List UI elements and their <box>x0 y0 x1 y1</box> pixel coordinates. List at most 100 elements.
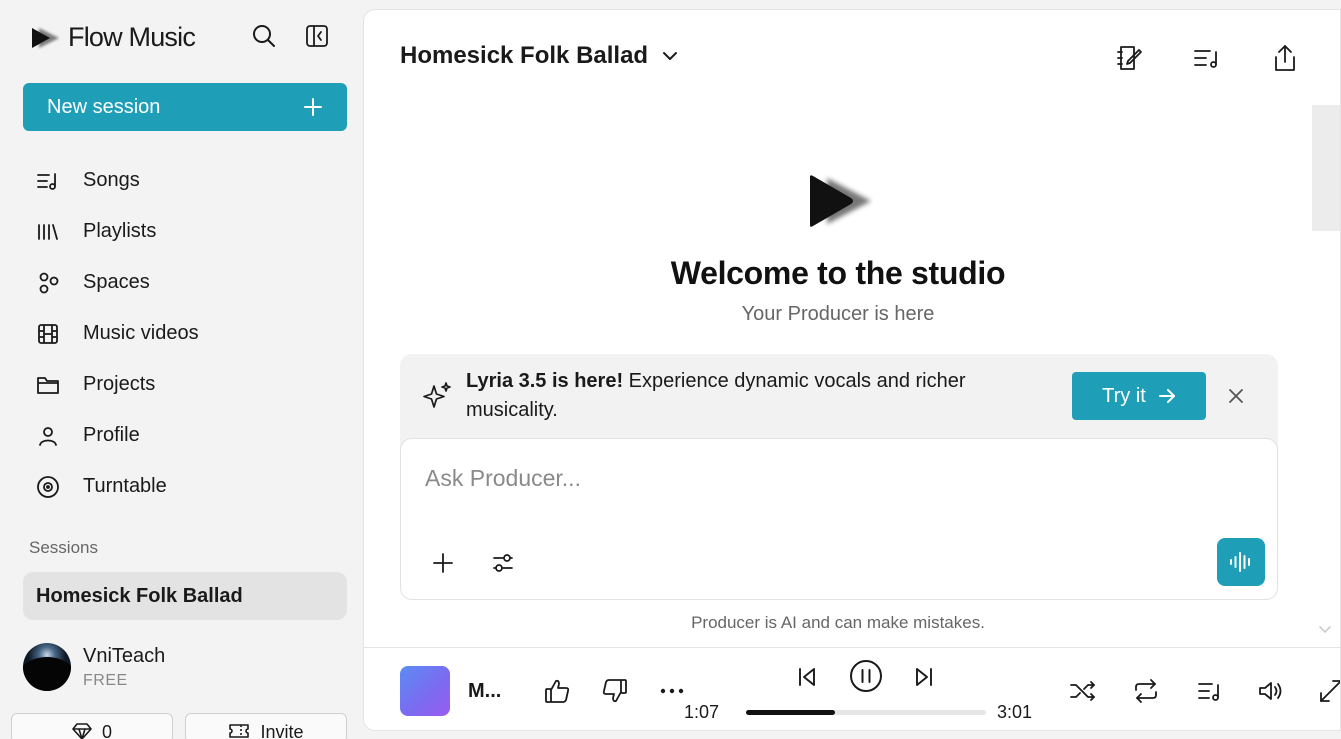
plus-icon <box>433 553 453 573</box>
pause-icon <box>850 660 882 692</box>
sparkle-icon <box>422 380 454 412</box>
session-title: Homesick Folk Ballad <box>400 42 649 69</box>
share-icon <box>1275 45 1295 71</box>
invite-button[interactable]: Invite <box>185 713 347 739</box>
like-button[interactable] <box>540 674 574 708</box>
voice-input-button[interactable] <box>1217 538 1265 586</box>
elapsed-time: 1:07 <box>684 702 720 722</box>
sliders-icon <box>493 554 513 572</box>
session-item[interactable]: Homesick Folk Ballad <box>23 572 347 620</box>
repeat-icon <box>1135 679 1157 703</box>
main-panel: Homesick Folk Ballad Welcome to the stud… <box>363 9 1341 731</box>
try-it-label: Try it <box>1102 384 1146 407</box>
next-track-button[interactable] <box>907 660 941 694</box>
share-button[interactable] <box>1268 41 1302 75</box>
session-title-dropdown[interactable]: Homesick Folk Ballad <box>400 42 678 70</box>
arrow-right-icon <box>1158 389 1175 403</box>
ask-producer-input[interactable] <box>425 465 1185 492</box>
studio-logo <box>807 174 873 228</box>
sidebar-item-turntable[interactable]: Turntable <box>23 461 347 512</box>
sidebar-item-playlists[interactable]: Playlists <box>23 206 347 257</box>
notebook-edit-icon <box>1117 46 1142 70</box>
diamond-icon <box>72 723 92 739</box>
pause-button[interactable] <box>848 658 884 694</box>
sidebar-item-music-videos[interactable]: Music videos <box>23 308 347 359</box>
person-icon <box>35 423 61 449</box>
queue-button[interactable] <box>1190 41 1224 75</box>
search-button[interactable] <box>249 21 279 51</box>
brand-logo[interactable]: Flow Music <box>30 22 196 53</box>
thumbs-down-icon <box>602 679 627 703</box>
progress-bar[interactable] <box>746 710 986 715</box>
expand-player-button[interactable] <box>1314 674 1340 708</box>
avatar <box>23 643 71 691</box>
sidebar-item-label: Projects <box>83 373 156 395</box>
track-artwork[interactable] <box>400 666 450 716</box>
close-icon <box>1229 389 1243 403</box>
user-profile[interactable]: VniTeach FREE <box>23 643 165 691</box>
shuffle-button[interactable] <box>1066 674 1100 708</box>
sidebar-item-label: Songs <box>83 169 140 191</box>
try-it-button[interactable]: Try it <box>1072 372 1206 420</box>
producer-input-box <box>400 438 1278 600</box>
credits-button[interactable]: 0 <box>11 713 173 739</box>
thumbs-up-icon <box>545 679 570 703</box>
settings-sliders-button[interactable] <box>487 547 519 579</box>
collapse-sidebar-button[interactable] <box>302 21 332 51</box>
new-session-label: New session <box>47 95 161 118</box>
lyrics-editor-button[interactable] <box>1112 41 1146 75</box>
add-attachment-button[interactable] <box>427 547 459 579</box>
queue-icon <box>1198 683 1219 701</box>
sessions-heading: Sessions <box>29 538 98 557</box>
collapse-sidebar-icon <box>306 25 328 47</box>
sidebar-item-label: Spaces <box>83 271 150 293</box>
audio-waveform-icon <box>1230 552 1250 572</box>
sidebar-item-projects[interactable]: Projects <box>23 359 347 410</box>
playlists-icon <box>35 219 61 245</box>
folder-icon <box>35 372 61 398</box>
shuffle-icon <box>1070 681 1095 701</box>
volume-icon <box>1259 682 1282 700</box>
search-icon <box>253 25 275 47</box>
sidebar-nav: Songs Playlists Spaces Music videos Proj… <box>23 155 347 512</box>
welcome-title: Welcome to the studio <box>670 255 1006 291</box>
queue-icon <box>1194 50 1217 68</box>
repeat-button[interactable] <box>1129 674 1163 708</box>
spaces-icon <box>35 270 61 296</box>
close-banner-button[interactable] <box>1222 382 1250 410</box>
sidebar-item-songs[interactable]: Songs <box>23 155 347 206</box>
more-horizontal-icon <box>660 688 684 694</box>
dislike-button[interactable] <box>598 674 632 708</box>
flow-music-logo-icon <box>810 175 871 227</box>
player-bar: M... 1:07 3:01 <box>364 647 1340 730</box>
songs-icon <box>35 168 61 194</box>
track-title[interactable]: M... <box>468 680 501 703</box>
sidebar-item-label: Music videos <box>83 322 199 344</box>
new-session-button[interactable]: New session <box>23 83 347 131</box>
ticket-icon <box>229 724 250 738</box>
flow-music-logo-icon <box>32 27 59 48</box>
scroll-down-button[interactable] <box>1318 625 1332 634</box>
user-name: VniTeach <box>83 644 166 667</box>
chevron-down-icon <box>663 52 678 60</box>
sidebar-item-label: Turntable <box>83 475 167 497</box>
welcome-subtitle: Your Producer is here <box>741 303 935 325</box>
invite-label: Invite <box>260 722 304 739</box>
turntable-icon <box>35 474 61 500</box>
duration-time: 3:01 <box>997 702 1033 722</box>
expand-icon <box>1320 680 1340 702</box>
plus-icon <box>304 98 322 116</box>
queue-button[interactable] <box>1193 674 1227 708</box>
sidebar-item-profile[interactable]: Profile <box>23 410 347 461</box>
sidebar-item-label: Playlists <box>83 220 157 242</box>
sidebar: Flow Music New session Songs Playlists S… <box>0 0 362 739</box>
scrollbar[interactable] <box>1312 105 1340 231</box>
ai-disclaimer: Producer is AI and can make mistakes. <box>691 613 985 632</box>
volume-button[interactable] <box>1254 674 1288 708</box>
credits-count: 0 <box>101 722 112 739</box>
sidebar-item-spaces[interactable]: Spaces <box>23 257 347 308</box>
previous-track-button[interactable] <box>790 660 824 694</box>
skip-previous-icon <box>799 668 815 686</box>
sidebar-item-label: Profile <box>83 424 140 446</box>
banner-headline: Lyria 3.5 is here! <box>466 370 624 392</box>
